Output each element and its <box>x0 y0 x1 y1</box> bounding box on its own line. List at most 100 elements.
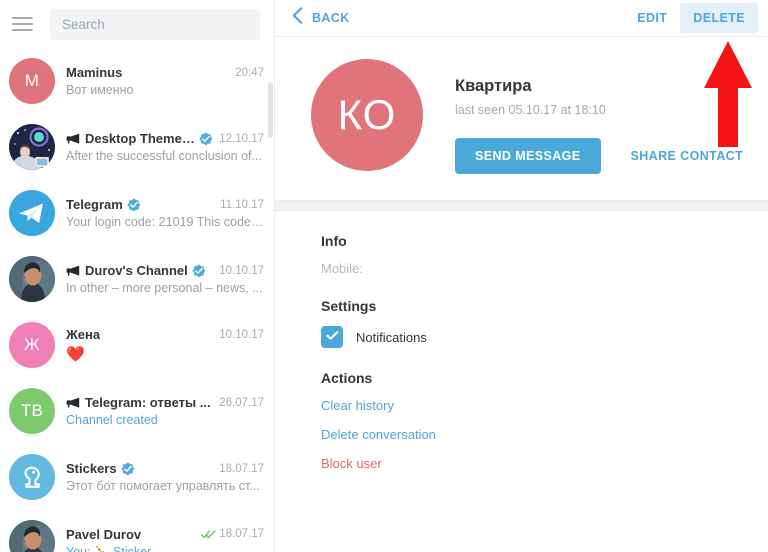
delete-conversation-link[interactable]: Delete conversation <box>321 427 768 442</box>
chat-item-title-row: Stickers 18.07.17 <box>66 461 264 476</box>
verified-badge-icon <box>199 131 213 146</box>
chat-preview-text: You: 🍾 Sticker <box>66 544 152 552</box>
megaphone-icon <box>66 133 80 144</box>
chat-sidebar: Search M Maminus 20:47 Вот именно Desktop Th… <box>0 0 275 552</box>
profile-panel: BACK EDIT DELETE КО Квартира last seen 0… <box>275 0 768 552</box>
chat-timestamp: 18.07.17 <box>195 528 264 540</box>
chat-list-item[interactable]: Telegram 11.10.17 Your login code: 21019 T… <box>0 180 274 246</box>
chat-avatar[interactable]: Ж <box>9 322 55 368</box>
double-check-icon <box>201 529 216 539</box>
chat-list-item[interactable]: Desktop Themes... 12.10.17 After the succe… <box>0 114 274 180</box>
verified-badge-icon <box>127 197 141 212</box>
actions-section-title: Actions <box>321 370 373 386</box>
profile-sections: Info Mobile: Settings Notifications Acti… <box>275 211 768 552</box>
chat-list-item[interactable]: Pavel Durov 18.07.17 You: 🍾 Sticker <box>0 510 274 552</box>
chat-item-title-row: Жена 10.10.17 <box>66 327 264 342</box>
chat-list-item[interactable]: Stickers 18.07.17 Этот бот помогает управл… <box>0 444 274 510</box>
chat-timestamp: 18.07.17 <box>219 462 264 475</box>
search-placeholder: Search <box>62 16 105 32</box>
chat-item-title-row: Durov's Channel 10.10.17 <box>66 263 264 278</box>
chat-avatar[interactable] <box>9 190 55 236</box>
chat-item-title-row: Pavel Durov 18.07.17 <box>66 527 264 542</box>
chat-preview-text: ❤️ <box>66 346 85 363</box>
chat-avatar[interactable]: ТВ <box>9 388 55 434</box>
settings-section: Settings Notifications <box>321 298 768 348</box>
chat-list-item[interactable]: Ж Жена 10.10.17 ❤️ <box>0 312 274 378</box>
back-button[interactable]: BACK <box>288 3 354 33</box>
chat-item-title-row: Maminus 20:47 <box>66 65 264 80</box>
chat-avatar[interactable] <box>9 124 55 170</box>
chat-avatar[interactable] <box>9 454 55 500</box>
chat-item-body: Telegram: ответы ... 26.07.17 Channel crea… <box>66 395 264 427</box>
chat-timestamp: 11.10.17 <box>220 198 264 211</box>
chat-item-body: Desktop Themes... 12.10.17 After the succe… <box>66 131 264 163</box>
hamburger-menu-icon[interactable] <box>12 12 36 36</box>
chat-list-item[interactable]: Durov's Channel 10.10.17 In other – more p… <box>0 246 274 312</box>
chat-item-body: Maminus 20:47 Вот именно <box>66 65 264 97</box>
chat-list[interactable]: M Maminus 20:47 Вот именно Desktop Themes...… <box>0 48 274 552</box>
chat-timestamp: 12.10.17 <box>219 132 264 145</box>
telegram-window: Search M Maminus 20:47 Вот именно Desktop Th… <box>0 0 768 552</box>
chat-item-title-row: Desktop Themes... 12.10.17 <box>66 131 264 146</box>
sidebar-scrollbar[interactable] <box>268 82 273 138</box>
info-section: Info Mobile: <box>321 233 768 276</box>
chat-preview-text: After the successful conclusion of... <box>66 149 262 163</box>
chat-preview-text: Вот именно <box>66 83 134 97</box>
chat-timestamp: 10.10.17 <box>219 328 264 341</box>
panel-header: BACK EDIT DELETE <box>275 0 768 37</box>
chat-name: Durov's Channel <box>85 263 188 278</box>
chat-preview-text: Этот бот помогает управлять ст... <box>66 479 260 493</box>
settings-section-title: Settings <box>321 298 377 314</box>
delete-button[interactable]: DELETE <box>680 3 758 33</box>
profile-action-buttons: SEND MESSAGE SHARE CONTACT <box>455 138 747 174</box>
chat-item-title-row: Telegram 11.10.17 <box>66 197 264 212</box>
checkmark-icon <box>325 328 339 346</box>
profile-avatar[interactable]: КО <box>311 59 423 171</box>
chat-preview-text: In other – more personal – news, ... <box>66 281 263 295</box>
chat-list-item[interactable]: M Maminus 20:47 Вот именно <box>0 48 274 114</box>
chat-name: Telegram: ответы ... <box>85 395 211 410</box>
chat-list-item[interactable]: ТВ Telegram: ответы ... 26.07.17 Channel cr… <box>0 378 274 444</box>
edit-button[interactable]: EDIT <box>624 3 680 33</box>
clear-history-link[interactable]: Clear history <box>321 398 768 413</box>
back-label: BACK <box>312 11 350 25</box>
notifications-label: Notifications <box>356 329 427 345</box>
profile-name: Квартира <box>455 77 532 95</box>
chat-item-body: Жена 10.10.17 ❤️ <box>66 327 264 363</box>
chat-name: Pavel Durov <box>66 526 142 542</box>
chat-item-body: Telegram 11.10.17 Your login code: 21019 T… <box>66 197 264 229</box>
chat-timestamp: 20:47 <box>235 66 264 79</box>
share-contact-button[interactable]: SHARE CONTACT <box>627 138 748 174</box>
actions-section: Actions Clear history Delete conversatio… <box>321 370 768 471</box>
verified-badge-icon <box>120 461 135 476</box>
search-input[interactable]: Search <box>50 8 260 40</box>
chat-preview-text: Channel created <box>66 413 158 427</box>
chat-timestamp: 26.07.17 <box>219 396 264 409</box>
megaphone-icon <box>66 397 80 408</box>
chat-avatar[interactable] <box>9 256 55 302</box>
chat-item-body: Stickers 18.07.17 Этот бот помогает управл… <box>66 461 264 493</box>
chat-name: Maminus <box>66 65 123 80</box>
verified-badge-icon <box>192 263 206 278</box>
chevron-left-icon <box>292 7 303 29</box>
chat-item-body: Durov's Channel 10.10.17 In other – more p… <box>66 263 264 295</box>
info-section-title: Info <box>321 233 347 249</box>
sidebar-toolbar: Search <box>0 0 274 48</box>
block-user-link[interactable]: Block user <box>321 456 768 471</box>
chat-name: Stickers <box>66 461 117 476</box>
chat-timestamp: 10.10.17 <box>219 264 264 277</box>
notifications-toggle[interactable]: Notifications <box>321 326 768 348</box>
chat-name: Telegram <box>66 197 123 212</box>
chat-avatar[interactable] <box>9 520 55 552</box>
profile-last-seen: last seen 05.10.17 at 18:10 <box>455 103 606 117</box>
megaphone-icon <box>66 265 80 276</box>
notifications-checkbox[interactable] <box>321 326 343 348</box>
profile-header: КО Квартира last seen 05.10.17 at 18:10 … <box>275 37 768 200</box>
chat-name: Жена <box>66 327 101 342</box>
chat-name: Desktop Themes... <box>85 131 196 146</box>
chat-preview-text: Your login code: 21019 This code ... <box>66 215 264 229</box>
chat-item-body: Pavel Durov 18.07.17 You: 🍾 Sticker <box>66 527 264 552</box>
chat-avatar[interactable]: M <box>9 58 55 104</box>
chat-item-title-row: Telegram: ответы ... 26.07.17 <box>66 395 264 410</box>
send-message-button[interactable]: SEND MESSAGE <box>455 138 601 174</box>
